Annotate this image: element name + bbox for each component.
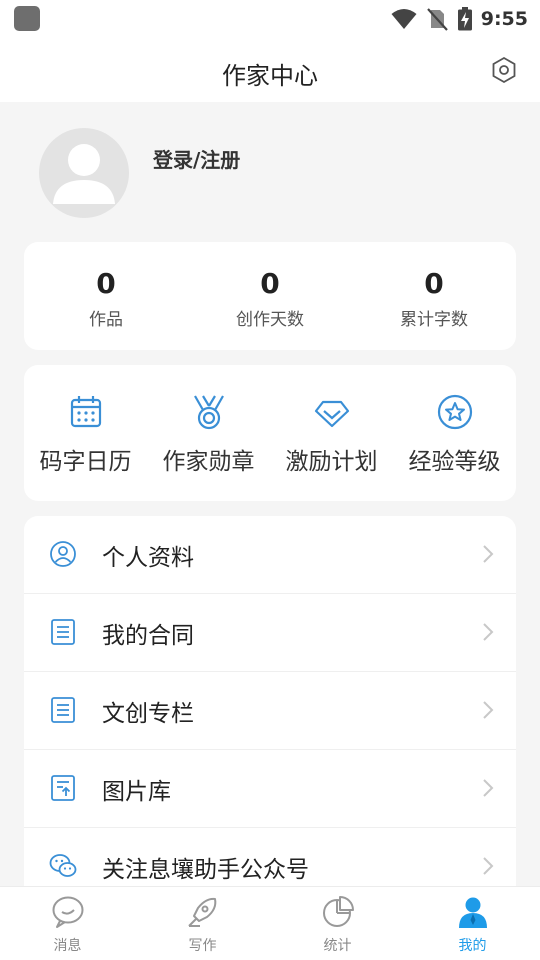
tools-card: 码字日历 作家勋章 激励计划 经验等级 xyxy=(24,365,516,501)
stat-label: 创作天数 xyxy=(236,310,304,330)
stat-value: 0 xyxy=(260,267,280,300)
app-notification-icon xyxy=(14,6,40,31)
tab-mine[interactable]: 我的 xyxy=(405,887,540,960)
menu-label: 我的合同 xyxy=(102,623,194,649)
tab-write[interactable]: 写作 xyxy=(135,887,270,960)
profile-section: 登录/注册 xyxy=(0,102,540,242)
stat-value: 0 xyxy=(96,267,116,300)
menu-label: 个人资料 xyxy=(102,545,194,571)
tool-experience-level[interactable]: 经验等级 xyxy=(393,365,516,501)
status-indicators: 9:55 xyxy=(391,6,528,32)
menu-item-column[interactable]: 文创专栏 xyxy=(24,672,516,750)
app-header: 作家中心 xyxy=(0,38,540,102)
menu-item-profile[interactable]: 个人资料 xyxy=(24,516,516,594)
tool-label: 经验等级 xyxy=(408,449,501,475)
chevron-right-icon xyxy=(483,623,494,641)
user-circle-icon xyxy=(50,541,76,567)
tool-incentive-plan[interactable]: 激励计划 xyxy=(270,365,393,501)
tab-statistics[interactable]: 统计 xyxy=(270,887,405,960)
image-upload-icon xyxy=(51,775,75,801)
menu-list: 个人资料 我的合同 文创专栏 图片库 关注息壤助手公众号 xyxy=(24,516,516,916)
medal-icon xyxy=(193,395,224,430)
menu-label: 图片库 xyxy=(102,779,171,805)
avatar[interactable] xyxy=(39,128,129,218)
tab-label: 统计 xyxy=(323,938,352,954)
tool-writing-calendar[interactable]: 码字日历 xyxy=(24,365,147,501)
menu-label: 文创专栏 xyxy=(102,701,194,727)
page-title: 作家中心 xyxy=(222,62,318,90)
chevron-right-icon xyxy=(483,779,494,797)
wifi-icon xyxy=(391,9,417,29)
stat-writing-days: 0 创作天数 xyxy=(188,242,352,350)
calendar-icon xyxy=(70,396,101,428)
tool-label: 激励计划 xyxy=(285,449,378,475)
chevron-right-icon xyxy=(483,857,494,875)
chevron-right-icon xyxy=(483,545,494,563)
message-icon xyxy=(52,896,83,928)
document-icon xyxy=(51,697,75,723)
stat-total-words: 0 累计字数 xyxy=(352,242,516,350)
stat-label: 作品 xyxy=(89,310,123,330)
tab-messages[interactable]: 消息 xyxy=(0,887,135,960)
diamond-icon xyxy=(314,400,349,428)
pen-icon xyxy=(187,897,216,927)
tool-writer-medal[interactable]: 作家勋章 xyxy=(147,365,270,501)
tab-label: 消息 xyxy=(53,938,82,954)
tab-label: 我的 xyxy=(458,938,487,954)
tool-label: 作家勋章 xyxy=(162,449,255,475)
battery-charging-icon xyxy=(457,7,472,31)
menu-item-image-library[interactable]: 图片库 xyxy=(24,750,516,828)
person-icon xyxy=(458,897,487,928)
star-badge-icon xyxy=(437,394,472,430)
wechat-icon xyxy=(49,854,77,877)
tool-label: 码字日历 xyxy=(39,449,132,475)
stats-card: 0 作品 0 创作天数 0 累计字数 xyxy=(24,242,516,350)
tab-label: 写作 xyxy=(188,938,217,954)
document-icon xyxy=(51,619,75,645)
default-avatar-icon xyxy=(53,144,115,204)
no-sim-icon xyxy=(426,8,448,31)
menu-label: 关注息壤助手公众号 xyxy=(102,857,309,883)
stat-works: 0 作品 xyxy=(24,242,188,350)
stat-label: 累计字数 xyxy=(400,310,468,330)
chevron-right-icon xyxy=(483,701,494,719)
login-register-link[interactable]: 登录/注册 xyxy=(153,144,240,173)
pie-chart-icon xyxy=(322,896,354,927)
settings-hexagon-icon[interactable] xyxy=(490,56,518,84)
stat-value: 0 xyxy=(424,267,444,300)
menu-item-contracts[interactable]: 我的合同 xyxy=(24,594,516,672)
status-bar: 9:55 xyxy=(0,0,540,38)
status-time: 9:55 xyxy=(480,8,528,30)
bottom-tab-bar: 消息 写作 统计 我的 xyxy=(0,886,540,960)
